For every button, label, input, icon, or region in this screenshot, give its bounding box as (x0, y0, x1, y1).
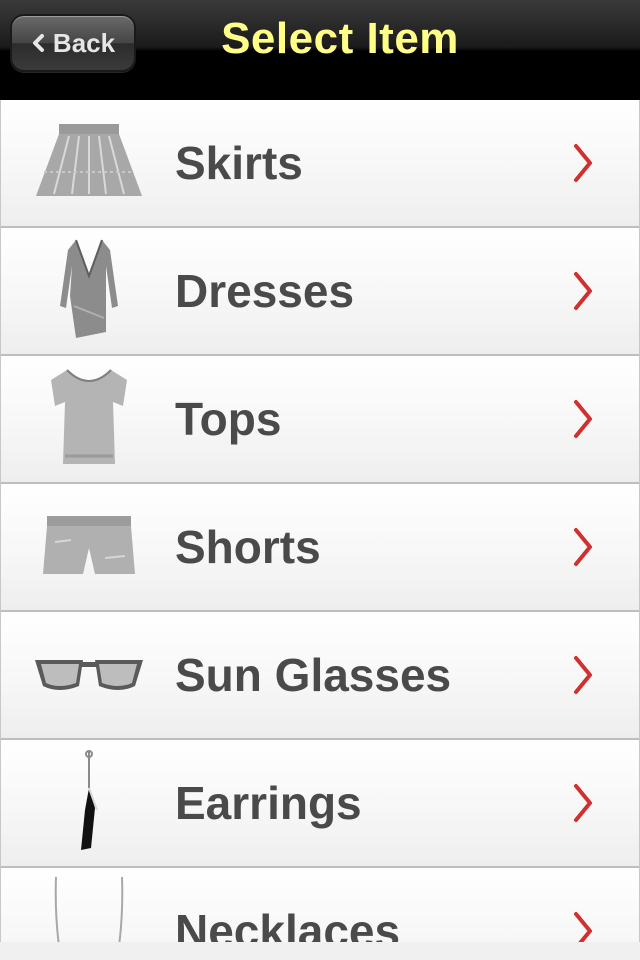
chevron-right-icon (571, 653, 595, 697)
list-item-label: Shorts (175, 521, 321, 573)
list-item-label: Necklaces (175, 905, 401, 942)
list-item-earrings[interactable]: Earrings (0, 740, 640, 868)
list-item-label: Earrings (175, 777, 362, 829)
list-item-dresses[interactable]: Dresses (0, 228, 640, 356)
dress-icon (21, 234, 157, 346)
chevron-right-icon (571, 269, 595, 313)
list-item-skirts[interactable]: Skirts (0, 100, 640, 228)
list-item-tops[interactable]: Tops (0, 356, 640, 484)
list-item-label: Sun Glasses (175, 649, 452, 701)
list-item-necklaces[interactable]: Necklaces (0, 868, 640, 942)
sunglasses-icon (21, 618, 157, 730)
chevron-right-icon (571, 909, 595, 942)
bottom-strip (0, 942, 640, 960)
navigation-bar: Back Select Item (0, 0, 640, 100)
chevron-right-icon (571, 525, 595, 569)
shorts-icon (21, 490, 157, 602)
list-item-label: Tops (175, 393, 282, 445)
necklace-icon (21, 874, 157, 942)
item-list: Skirts Dresses Tops Shorts Sun Glasses E… (0, 100, 640, 942)
chevron-right-icon (571, 781, 595, 825)
earring-icon (21, 746, 157, 858)
list-item-shorts[interactable]: Shorts (0, 484, 640, 612)
chevron-right-icon (571, 141, 595, 185)
list-item-label: Dresses (175, 265, 355, 317)
chevron-right-icon (571, 397, 595, 441)
list-item-sun-glasses[interactable]: Sun Glasses (0, 612, 640, 740)
top-icon (21, 362, 157, 474)
skirt-icon (21, 106, 157, 218)
page-title: Select Item (221, 14, 459, 63)
list-item-label: Skirts (175, 137, 303, 189)
